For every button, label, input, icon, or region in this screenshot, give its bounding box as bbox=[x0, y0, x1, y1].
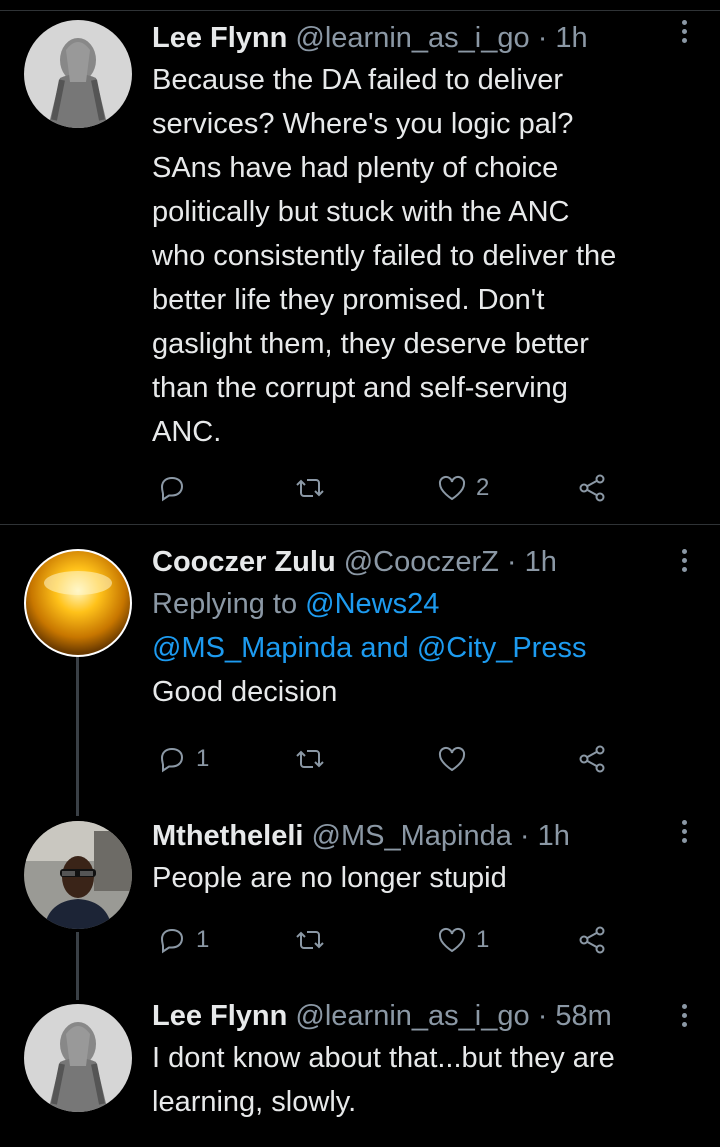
reply-button[interactable]: 1 bbox=[156, 739, 209, 779]
tweet-text-line: Because the DA failed to deliver bbox=[152, 64, 564, 96]
replying-to-cont: @MS_Mapinda and @City_Press bbox=[152, 626, 680, 670]
tweet[interactable]: Lee Flynn @learnin_as_i_go · 58m I dont … bbox=[0, 980, 720, 1147]
tweet-text: I dont know about that...but they are le… bbox=[152, 1036, 680, 1124]
handle-time[interactable]: @CooczerZ · 1h bbox=[344, 546, 557, 578]
avatar-image bbox=[24, 1004, 132, 1112]
avatar[interactable] bbox=[24, 549, 132, 657]
reply-count: 1 bbox=[196, 926, 210, 953]
like-count: 2 bbox=[476, 474, 490, 501]
tweet-text-line: I dont know about that...but they are bbox=[152, 1042, 615, 1074]
retweet-button[interactable] bbox=[294, 468, 326, 508]
reply-icon bbox=[156, 472, 188, 504]
tweet-header: Cooczer Zulu @CooczerZ · 1h bbox=[152, 542, 680, 582]
display-name[interactable]: Mthetheleli bbox=[152, 820, 303, 852]
mention-link[interactable]: @MS_Mapinda bbox=[152, 632, 352, 664]
like-button[interactable]: 1 bbox=[436, 920, 489, 960]
like-count: 1 bbox=[476, 926, 490, 953]
tweet-header: Lee Flynn @learnin_as_i_go · 58m bbox=[152, 996, 680, 1036]
share-icon bbox=[576, 472, 608, 504]
avatar-image bbox=[24, 821, 132, 929]
retweet-icon bbox=[294, 743, 326, 775]
avatar[interactable] bbox=[24, 821, 132, 929]
tweet-actions: 2 bbox=[152, 468, 622, 508]
more-options-icon[interactable] bbox=[682, 20, 690, 47]
avatar[interactable] bbox=[24, 1004, 132, 1112]
tweet[interactable]: Cooczer Zulu @CooczerZ · 1h Replying to … bbox=[0, 525, 720, 795]
heart-icon bbox=[436, 743, 468, 775]
more-options-icon[interactable] bbox=[682, 549, 690, 576]
replying-to: Replying to @News24 bbox=[152, 582, 680, 626]
tweet-header: Mthetheleli @MS_Mapinda · 1h bbox=[152, 816, 680, 856]
heart-icon bbox=[436, 924, 468, 956]
tweet-text-line: gaslight them, they deserve better bbox=[152, 328, 589, 360]
handle-time[interactable]: @learnin_as_i_go · 1h bbox=[295, 22, 587, 54]
retweet-button[interactable] bbox=[294, 739, 326, 779]
display-name[interactable]: Lee Flynn bbox=[152, 22, 287, 54]
handle-time[interactable]: @MS_Mapinda · 1h bbox=[312, 820, 570, 852]
reply-button[interactable]: 1 bbox=[156, 920, 209, 960]
tweet-text-line: learning, slowly. bbox=[152, 1086, 357, 1118]
share-icon bbox=[576, 743, 608, 775]
tweet-header: Lee Flynn @learnin_as_i_go · 1h bbox=[152, 18, 680, 58]
share-button[interactable] bbox=[576, 920, 608, 960]
tweet-text: Because the DA failed to deliver service… bbox=[152, 58, 680, 454]
mention-link[interactable]: @City_Press bbox=[417, 632, 587, 664]
share-icon bbox=[576, 924, 608, 956]
replying-label: Replying to bbox=[152, 588, 306, 620]
retweet-icon bbox=[294, 924, 326, 956]
tweet-text-line: SAns have had plenty of choice bbox=[152, 152, 559, 184]
reply-icon bbox=[156, 743, 188, 775]
tweet-text-line: than the corrupt and self-serving bbox=[152, 372, 568, 404]
tweet[interactable]: Mthetheleli @MS_Mapinda · 1h People are … bbox=[0, 800, 720, 970]
share-button[interactable] bbox=[576, 468, 608, 508]
mention-link[interactable]: @News24 bbox=[305, 588, 439, 620]
tweet-text: People are no longer stupid bbox=[152, 862, 507, 894]
reply-button[interactable] bbox=[156, 468, 196, 508]
like-button[interactable]: 2 bbox=[436, 468, 489, 508]
retweet-icon bbox=[294, 472, 326, 504]
avatar[interactable] bbox=[24, 20, 132, 128]
display-name[interactable]: Lee Flynn bbox=[152, 1000, 287, 1032]
retweet-button[interactable] bbox=[294, 920, 326, 960]
share-button[interactable] bbox=[576, 739, 608, 779]
tweet[interactable]: Lee Flynn @learnin_as_i_go · 1h Because … bbox=[0, 0, 720, 524]
avatar-image bbox=[24, 20, 132, 128]
tweet-text-line: who consistently failed to deliver the bbox=[152, 240, 617, 272]
replying-and: and bbox=[352, 632, 417, 664]
tweet-actions: 1 bbox=[152, 739, 622, 779]
tweet-text: Good decision bbox=[152, 676, 338, 708]
tweet-text-line: better life they promised. Don't bbox=[152, 284, 545, 316]
more-options-icon[interactable] bbox=[682, 820, 690, 847]
tweet-text-line: services? Where's you logic pal? bbox=[152, 108, 574, 140]
reply-icon bbox=[156, 924, 188, 956]
tweet-actions: 1 1 bbox=[152, 920, 622, 960]
like-button[interactable] bbox=[436, 739, 476, 779]
tweet-text-line: politically but stuck with the ANC bbox=[152, 196, 570, 228]
heart-icon bbox=[436, 472, 468, 504]
handle-time[interactable]: @learnin_as_i_go · 58m bbox=[295, 1000, 611, 1032]
display-name[interactable]: Cooczer Zulu bbox=[152, 546, 336, 578]
tweet-text-line: ANC. bbox=[152, 416, 222, 448]
reply-count: 1 bbox=[196, 745, 210, 772]
more-options-icon[interactable] bbox=[682, 1004, 690, 1031]
avatar-image bbox=[24, 549, 132, 657]
